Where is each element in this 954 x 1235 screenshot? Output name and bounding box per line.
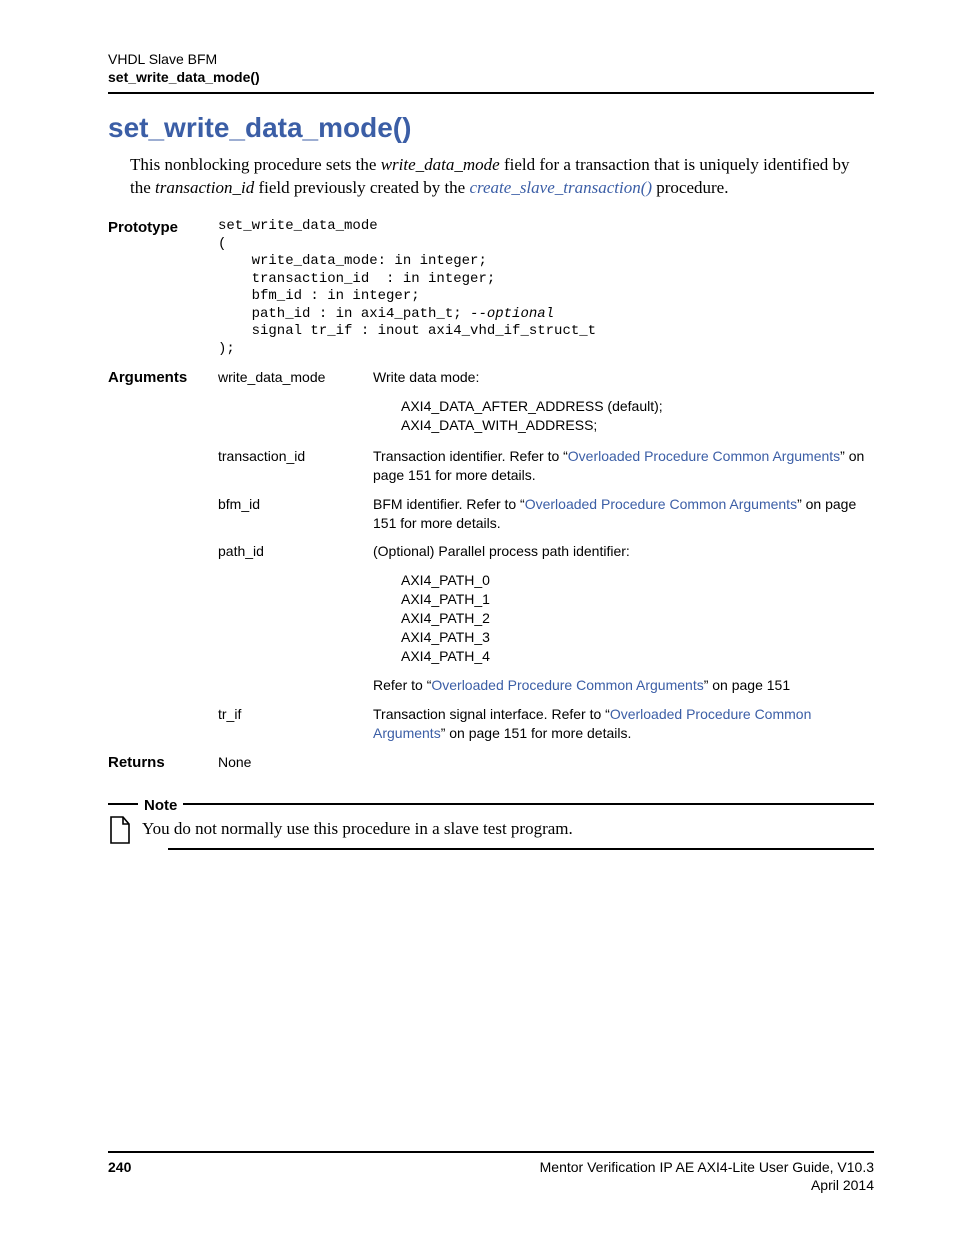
arg-name-tr-if: tr_if	[218, 705, 373, 743]
footer-rule	[108, 1151, 874, 1153]
arg-desc-path-id: (Optional) Parallel process path identif…	[373, 542, 874, 694]
link-overloaded-args[interactable]: Overloaded Procedure Common Arguments	[568, 448, 840, 464]
arguments-label: Arguments	[108, 368, 218, 437]
returns-value: None	[218, 753, 373, 773]
running-header: VHDL Slave BFM set_write_data_mode()	[108, 50, 874, 86]
header-rule	[108, 92, 874, 94]
page-number: 240	[108, 1159, 131, 1175]
prototype-label: Prototype	[108, 218, 218, 358]
arg-desc-transaction-id: Transaction identifier. Refer to “Overlo…	[373, 447, 874, 485]
arg-name-bfm-id: bfm_id	[218, 495, 373, 533]
page-title: set_write_data_mode()	[108, 112, 874, 144]
arg-name-path-id: path_id	[218, 542, 373, 694]
intro-text: field previously created by the	[254, 178, 469, 197]
arg-desc-text: Write data mode:	[373, 369, 479, 385]
running-header-line2: set_write_data_mode()	[108, 68, 874, 86]
footer-title: Mentor Verification IP AE AXI4-Lite User…	[540, 1159, 874, 1175]
prototype-code: set_write_data_mode ( write_data_mode: i…	[218, 218, 874, 358]
note-rule	[108, 803, 138, 805]
footer-date: April 2014	[108, 1177, 874, 1193]
arg-desc-text: Transaction identifier. Refer to “	[373, 448, 568, 464]
note-block: Note You do not normally use this proced…	[108, 797, 874, 850]
link-overloaded-args[interactable]: Overloaded Procedure Common Arguments	[431, 677, 703, 693]
prototype-code-wrap: set_write_data_mode ( write_data_mode: i…	[218, 218, 874, 358]
intro-text: procedure.	[652, 178, 728, 197]
arg-desc-text: BFM identifier. Refer to “	[373, 496, 525, 512]
arg-desc-sub: AXI4_PATH_0 AXI4_PATH_1 AXI4_PATH_2 AXI4…	[373, 571, 874, 665]
note-rule	[183, 803, 874, 805]
intro-link-create-slave-transaction[interactable]: create_slave_transaction()	[469, 178, 652, 197]
intro-em1: write_data_mode	[381, 155, 500, 174]
arg-name-transaction-id: transaction_id	[218, 447, 373, 485]
intro-paragraph: This nonblocking procedure sets the writ…	[108, 154, 874, 200]
returns-label: Returns	[108, 753, 218, 773]
intro-em2: transaction_id	[155, 178, 254, 197]
note-label: Note	[144, 797, 177, 814]
arg-desc-text: ” on page 151 for more details.	[441, 725, 632, 741]
note-text: You do not normally use this procedure i…	[142, 816, 573, 840]
arg-desc-write-data-mode: Write data mode: AXI4_DATA_AFTER_ADDRESS…	[373, 368, 874, 437]
link-overloaded-args[interactable]: Overloaded Procedure Common Arguments	[525, 496, 797, 512]
arg-desc-tr-if: Transaction signal interface. Refer to “…	[373, 705, 874, 743]
note-icon	[108, 816, 132, 844]
arg-name-write-data-mode: write_data_mode	[218, 368, 373, 437]
definition-list: Prototype set_write_data_mode ( write_da…	[108, 218, 874, 773]
intro-text: This nonblocking procedure sets the	[130, 155, 381, 174]
arg-desc-sub: AXI4_DATA_AFTER_ADDRESS (default); AXI4_…	[373, 397, 874, 435]
note-rule	[168, 848, 874, 850]
page-footer: 240 Mentor Verification IP AE AXI4-Lite …	[108, 1151, 874, 1193]
arg-desc-text: ” on page 151	[704, 677, 790, 693]
arg-desc-text: Refer to “	[373, 677, 431, 693]
arg-desc-text: (Optional) Parallel process path identif…	[373, 543, 630, 559]
arg-desc-bfm-id: BFM identifier. Refer to “Overloaded Pro…	[373, 495, 874, 533]
running-header-line1: VHDL Slave BFM	[108, 50, 874, 68]
arg-desc-text: Transaction signal interface. Refer to “	[373, 706, 610, 722]
arg-desc-tail: Refer to “Overloaded Procedure Common Ar…	[373, 676, 874, 695]
